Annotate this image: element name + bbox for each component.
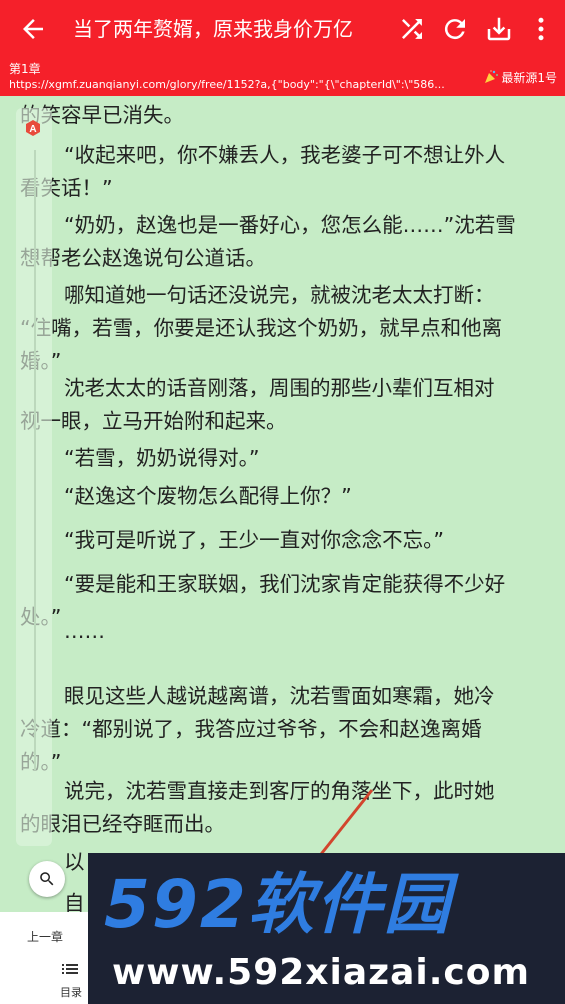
paragraph-line: “奶奶，赵逸也是一番好心，您怎么能……”沈若雪 bbox=[64, 213, 516, 237]
source-url[interactable]: https://xgmf.zuanqianyi.com/glory/free/1… bbox=[9, 78, 467, 91]
font-badge-icon[interactable]: A bbox=[24, 119, 42, 137]
paragraph-line: “我可是听说了，王少一直对你念念不忘。” bbox=[64, 528, 444, 552]
watermark-logo-text: 592软件园 bbox=[104, 866, 452, 943]
shuffle-icon[interactable] bbox=[397, 14, 427, 44]
font-badge-label: A bbox=[29, 124, 36, 135]
paragraph-line: “收起来吧，你不嫌丢人，我老婆子可不想让外人 bbox=[64, 143, 506, 167]
source-switch[interactable]: 最新源1号 bbox=[484, 69, 557, 86]
book-title: 当了两年赘婿，原来我身价万亿 bbox=[73, 17, 353, 41]
paragraph-line: 沈老太太的话音刚落，周围的那些小辈们互相对 bbox=[64, 376, 495, 400]
paragraph: 的笑容早已消失。 bbox=[20, 99, 547, 132]
paragraph-line: “要是能和王家联姻，我们沈家肯定能获得不少好 bbox=[64, 572, 506, 596]
paragraph-line: 眼见这些人越说越离谱，沈若雪面如寒霜，她冷 bbox=[64, 684, 495, 708]
search-button[interactable] bbox=[29, 861, 65, 897]
back-arrow-icon[interactable] bbox=[18, 14, 48, 44]
app-bar: 当了两年赘婿，原来我身价万亿 bbox=[0, 0, 565, 58]
paragraph-line: “住嘴，若雪，你要是还认我这个奶奶，就早点和他离 bbox=[20, 316, 503, 340]
party-popper-icon bbox=[484, 70, 498, 83]
paragraph: “赵逸这个废物怎么配得上你？” bbox=[20, 480, 547, 513]
paragraph-line: …… bbox=[64, 619, 105, 643]
download-icon[interactable] bbox=[484, 14, 514, 44]
paragraph: 说完，沈若雪直接走到客厅的角落坐下，此时她的眼泪已经夺眶而出。 bbox=[20, 775, 547, 841]
paragraph-line: “赵逸这个废物怎么配得上你？” bbox=[64, 484, 352, 508]
paragraph-line: 冷道：“都别说了，我答应过爷爷，不会和赵逸离婚 bbox=[20, 717, 482, 741]
watermark-url: www.592xiazai.com bbox=[112, 952, 530, 993]
paragraph: 哪知道她一句话还没说完，就被沈老太太打断： “住嘴，若雪，你要是还认我这个奶奶，就… bbox=[20, 279, 547, 378]
scroll-track[interactable] bbox=[34, 150, 36, 770]
paragraph-line: 哪知道她一句话还没说完，就被沈老太太打断： bbox=[64, 283, 495, 307]
toc-list-icon[interactable] bbox=[62, 963, 78, 975]
paragraph: “奶奶，赵逸也是一番好心，您怎么能……”沈若雪想帮老公赵逸说句公道话。 bbox=[20, 209, 547, 275]
paragraph-line: 看笑话！” bbox=[20, 176, 113, 200]
paragraph-line: 想帮老公赵逸说句公道话。 bbox=[20, 246, 266, 270]
more-vert-icon[interactable] bbox=[526, 14, 556, 44]
watermark-logo: 592软件园 bbox=[104, 867, 452, 943]
refresh-icon[interactable] bbox=[440, 14, 470, 44]
paragraph-line: 视一眼，立马开始附和起来。 bbox=[20, 409, 287, 433]
paragraph: 眼见这些人越说越离谱，沈若雪面如寒霜，她冷冷道：“都别说了，我答应过爷爷，不会和… bbox=[20, 680, 547, 779]
paragraph: 沈老太太的话音刚落，周围的那些小辈们互相对视一眼，立马开始附和起来。 bbox=[20, 372, 547, 438]
paragraph: “若雪，奶奶说得对。” bbox=[20, 442, 547, 475]
paragraph: “我可是听说了，王少一直对你念念不忘。” bbox=[20, 524, 547, 557]
chapter-label: 第1章 bbox=[9, 62, 41, 76]
watermark-overlay: 592软件园 www.592xiazai.com bbox=[88, 853, 565, 1004]
paragraph-line: “若雪，奶奶说得对。” bbox=[64, 446, 260, 470]
prev-chapter-button[interactable]: 上一章 bbox=[27, 928, 63, 945]
paragraph-line: 说完，沈若雪直接走到客厅的角落坐下，此时她 bbox=[64, 779, 495, 803]
toc-button[interactable]: 目录 bbox=[60, 984, 82, 1000]
search-icon bbox=[40, 872, 54, 886]
paragraph: …… bbox=[20, 615, 547, 648]
paragraph-line: 的笑容早已消失。 bbox=[20, 103, 184, 127]
source-label: 最新源1号 bbox=[501, 71, 557, 85]
paragraph: “收起来吧，你不嫌丢人，我老婆子可不想让外人看笑话！” bbox=[20, 139, 547, 205]
paragraph-line: 的眼泪已经夺眶而出。 bbox=[20, 812, 225, 836]
chapter-info-bar: 第1章 https://xgmf.zuanqianyi.com/glory/fr… bbox=[0, 58, 565, 96]
